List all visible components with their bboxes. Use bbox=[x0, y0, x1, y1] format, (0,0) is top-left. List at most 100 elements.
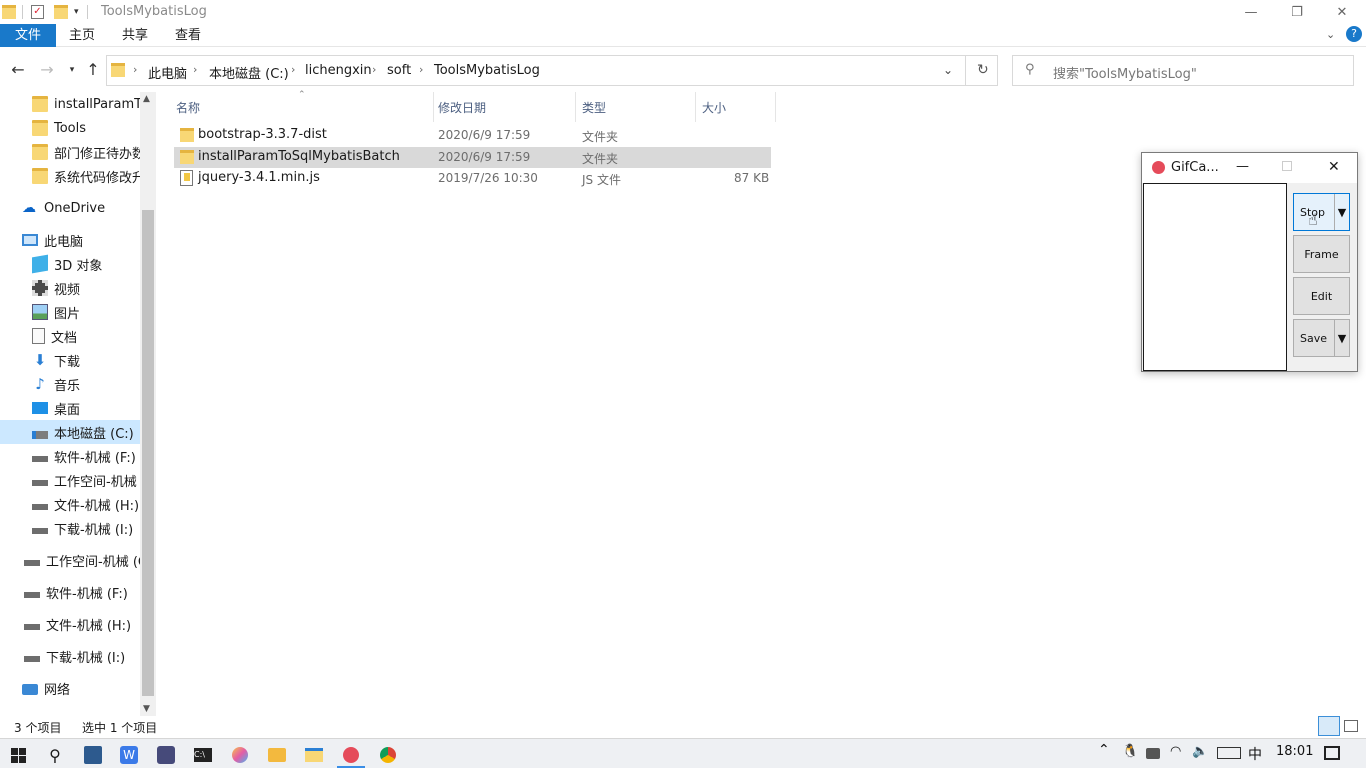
qq-icon[interactable]: 🐧 bbox=[1122, 744, 1138, 759]
notification-icon[interactable] bbox=[1324, 746, 1340, 760]
sidebar-item-downloads[interactable]: ⬇ 下载 bbox=[32, 348, 140, 372]
sidebar-item-network[interactable]: 网络 bbox=[22, 676, 140, 700]
sidebar-item-drive-f[interactable]: 软件-机械 (F:) bbox=[32, 444, 140, 468]
scrollbar-thumb[interactable] bbox=[142, 210, 154, 696]
gifcam-taskbar-icon[interactable] bbox=[333, 742, 369, 768]
stop-options-chevron-icon[interactable]: ▼ bbox=[1334, 194, 1349, 230]
column-header-date[interactable]: 修改日期 bbox=[430, 92, 576, 122]
back-arrow-icon[interactable]: ← bbox=[8, 60, 28, 80]
breadcrumb-toolsmybatislog[interactable]: ToolsMybatisLog bbox=[434, 63, 540, 78]
scroll-up-icon[interactable]: ▲ bbox=[143, 94, 150, 104]
gifcam-close-button[interactable]: ✕ bbox=[1328, 159, 1340, 175]
folder-icon[interactable] bbox=[2, 5, 16, 19]
breadcrumb-local-disk-c[interactable]: 本地磁盘 (C:) bbox=[209, 63, 289, 82]
sidebar-item-3d-objects[interactable]: 3D 对象 bbox=[32, 252, 140, 276]
sidebar-item-local-disk-c[interactable]: 本地磁盘 (C:) bbox=[0, 420, 140, 444]
up-arrow-icon[interactable]: ↑ bbox=[83, 60, 103, 80]
breadcrumb-lichengxin[interactable]: lichengxin bbox=[305, 63, 372, 78]
breadcrumb-separator-icon[interactable]: › bbox=[291, 63, 295, 76]
breadcrumb-separator-icon[interactable]: › bbox=[193, 63, 197, 76]
table-row[interactable]: installParamToSqlMybatisBatch 2020/6/9 1… bbox=[174, 147, 771, 168]
sidebar-item-desktop[interactable]: 桌面 bbox=[32, 396, 140, 420]
ide-app-icon[interactable] bbox=[75, 742, 111, 768]
column-header-name[interactable]: 名称 bbox=[168, 92, 434, 122]
folder-app-icon[interactable] bbox=[259, 742, 295, 768]
sidebar-item-tools[interactable]: Tools bbox=[32, 116, 140, 140]
sidebar-item-drive-g-root[interactable]: 工作空间-机械 (G bbox=[24, 548, 140, 572]
sidebar-item-drive-i-root[interactable]: 下载-机械 (I:) bbox=[24, 644, 140, 668]
help-icon[interactable]: ? bbox=[1346, 26, 1362, 42]
sidebar-item-this-pc[interactable]: 此电脑 bbox=[22, 228, 140, 252]
settings-app-icon[interactable] bbox=[148, 742, 184, 768]
minimize-button[interactable]: — bbox=[1228, 0, 1274, 24]
save-button[interactable]: Save ▼ bbox=[1293, 319, 1350, 357]
address-history-chevron-icon[interactable]: ⌄ bbox=[943, 63, 953, 77]
sidebar-item-system-code[interactable]: 系统代码修改升级 bbox=[32, 164, 140, 188]
sidebar-item-drive-g[interactable]: 工作空间-机械 ( bbox=[32, 468, 140, 492]
ime-indicator[interactable]: 中 bbox=[1248, 744, 1262, 764]
divider bbox=[965, 56, 966, 85]
sidebar-item-videos[interactable]: 视频 bbox=[32, 276, 140, 300]
sidebar-item-documents[interactable]: 文档 bbox=[32, 324, 140, 348]
tab-share[interactable]: 共享 bbox=[108, 24, 162, 47]
search-input[interactable]: 搜索"ToolsMybatisLog" bbox=[1053, 63, 1197, 82]
recent-locations-chevron-icon[interactable]: ▾ bbox=[62, 60, 82, 80]
table-row[interactable]: bootstrap-3.3.7-dist 2020/6/9 17:59 文件夹 bbox=[174, 125, 771, 146]
sidebar-item-drive-h-root[interactable]: 文件-机械 (H:) bbox=[24, 612, 140, 636]
scroll-down-icon[interactable]: ▼ bbox=[143, 704, 150, 714]
file-explorer-icon[interactable] bbox=[296, 742, 332, 768]
tab-file[interactable]: 文件 bbox=[0, 24, 56, 47]
tray-overflow-chevron-icon[interactable]: ⌃ bbox=[1098, 742, 1110, 758]
chrome-icon[interactable] bbox=[370, 742, 406, 768]
tab-view[interactable]: 查看 bbox=[162, 24, 214, 47]
sidebar-item-music[interactable]: ♪ 音乐 bbox=[32, 372, 140, 396]
search-box[interactable]: ⚲ 搜索"ToolsMybatisLog" bbox=[1012, 55, 1354, 86]
edit-button[interactable]: Edit bbox=[1293, 277, 1350, 315]
customize-chevron-icon[interactable]: ▾ bbox=[74, 7, 79, 17]
properties-icon[interactable]: ✓ bbox=[31, 5, 44, 19]
wps-writer-icon[interactable]: W bbox=[111, 742, 147, 768]
search-icon[interactable]: ⚲ bbox=[37, 742, 73, 768]
clock[interactable]: 18:01 bbox=[1276, 744, 1313, 759]
new-folder-icon[interactable] bbox=[54, 5, 68, 19]
gifcam-minimize-button[interactable]: — bbox=[1236, 159, 1249, 174]
battery-icon[interactable] bbox=[1146, 748, 1160, 759]
start-windows-icon[interactable] bbox=[0, 742, 36, 768]
volume-icon[interactable]: 🔈 bbox=[1192, 744, 1208, 759]
gifcam-maximize-button[interactable] bbox=[1282, 161, 1292, 171]
breadcrumb-separator-icon[interactable]: › bbox=[372, 63, 376, 76]
capture-frame[interactable] bbox=[1143, 183, 1287, 371]
column-header-size[interactable]: 大小 bbox=[694, 92, 776, 122]
sidebar-item-dept-fix[interactable]: 部门修正待办数据 bbox=[32, 140, 140, 164]
wifi-icon[interactable]: ◠ bbox=[1170, 744, 1181, 759]
breadcrumb-separator-icon[interactable]: › bbox=[133, 63, 137, 76]
breadcrumb-soft[interactable]: soft bbox=[387, 63, 411, 78]
forward-arrow-icon[interactable]: → bbox=[37, 60, 57, 80]
sidebar-item-drive-i[interactable]: 下载-机械 (I:) bbox=[32, 516, 140, 540]
frame-button[interactable]: Frame bbox=[1293, 235, 1350, 273]
table-row[interactable]: jquery-3.4.1.min.js 2019/7/26 10:30 JS 文… bbox=[174, 168, 771, 189]
sidebar-item-onedrive[interactable]: ☁ OneDrive bbox=[22, 196, 140, 220]
sidebar-item-drive-f-root[interactable]: 软件-机械 (F:) bbox=[24, 580, 140, 604]
keyboard-icon[interactable] bbox=[1217, 747, 1241, 759]
address-bar[interactable]: › 此电脑 › 本地磁盘 (C:) › lichengxin › soft › … bbox=[106, 55, 998, 86]
sidebar-item-drive-h[interactable]: 文件-机械 (H:) bbox=[32, 492, 140, 516]
chevron-down-icon[interactable]: ⌄ bbox=[1326, 28, 1335, 41]
refresh-icon[interactable]: ↻ bbox=[977, 62, 989, 78]
maximize-button[interactable]: ❐ bbox=[1274, 0, 1320, 24]
column-header-type[interactable]: 类型 bbox=[574, 92, 696, 122]
stop-button[interactable]: Stop ▼ ☝ bbox=[1293, 193, 1350, 231]
save-options-chevron-icon[interactable]: ▼ bbox=[1334, 320, 1349, 356]
close-button[interactable]: ✕ bbox=[1319, 0, 1365, 24]
sidebar-item-pictures[interactable]: 图片 bbox=[32, 300, 140, 324]
file-date: 2019/7/26 10:30 bbox=[438, 171, 538, 185]
large-icons-view-icon[interactable] bbox=[1344, 720, 1358, 732]
terminal-icon[interactable]: C:\ bbox=[185, 742, 221, 768]
sidebar-item-installparamto[interactable]: installParamTo bbox=[32, 92, 140, 116]
photos-app-icon[interactable] bbox=[222, 742, 258, 768]
details-view-icon[interactable] bbox=[1318, 716, 1340, 736]
breadcrumb-separator-icon[interactable]: › bbox=[419, 63, 423, 76]
sidebar-item-label: 文档 bbox=[51, 330, 78, 346]
breadcrumb-this-pc[interactable]: 此电脑 bbox=[148, 63, 187, 82]
tab-home[interactable]: 主页 bbox=[56, 24, 108, 47]
